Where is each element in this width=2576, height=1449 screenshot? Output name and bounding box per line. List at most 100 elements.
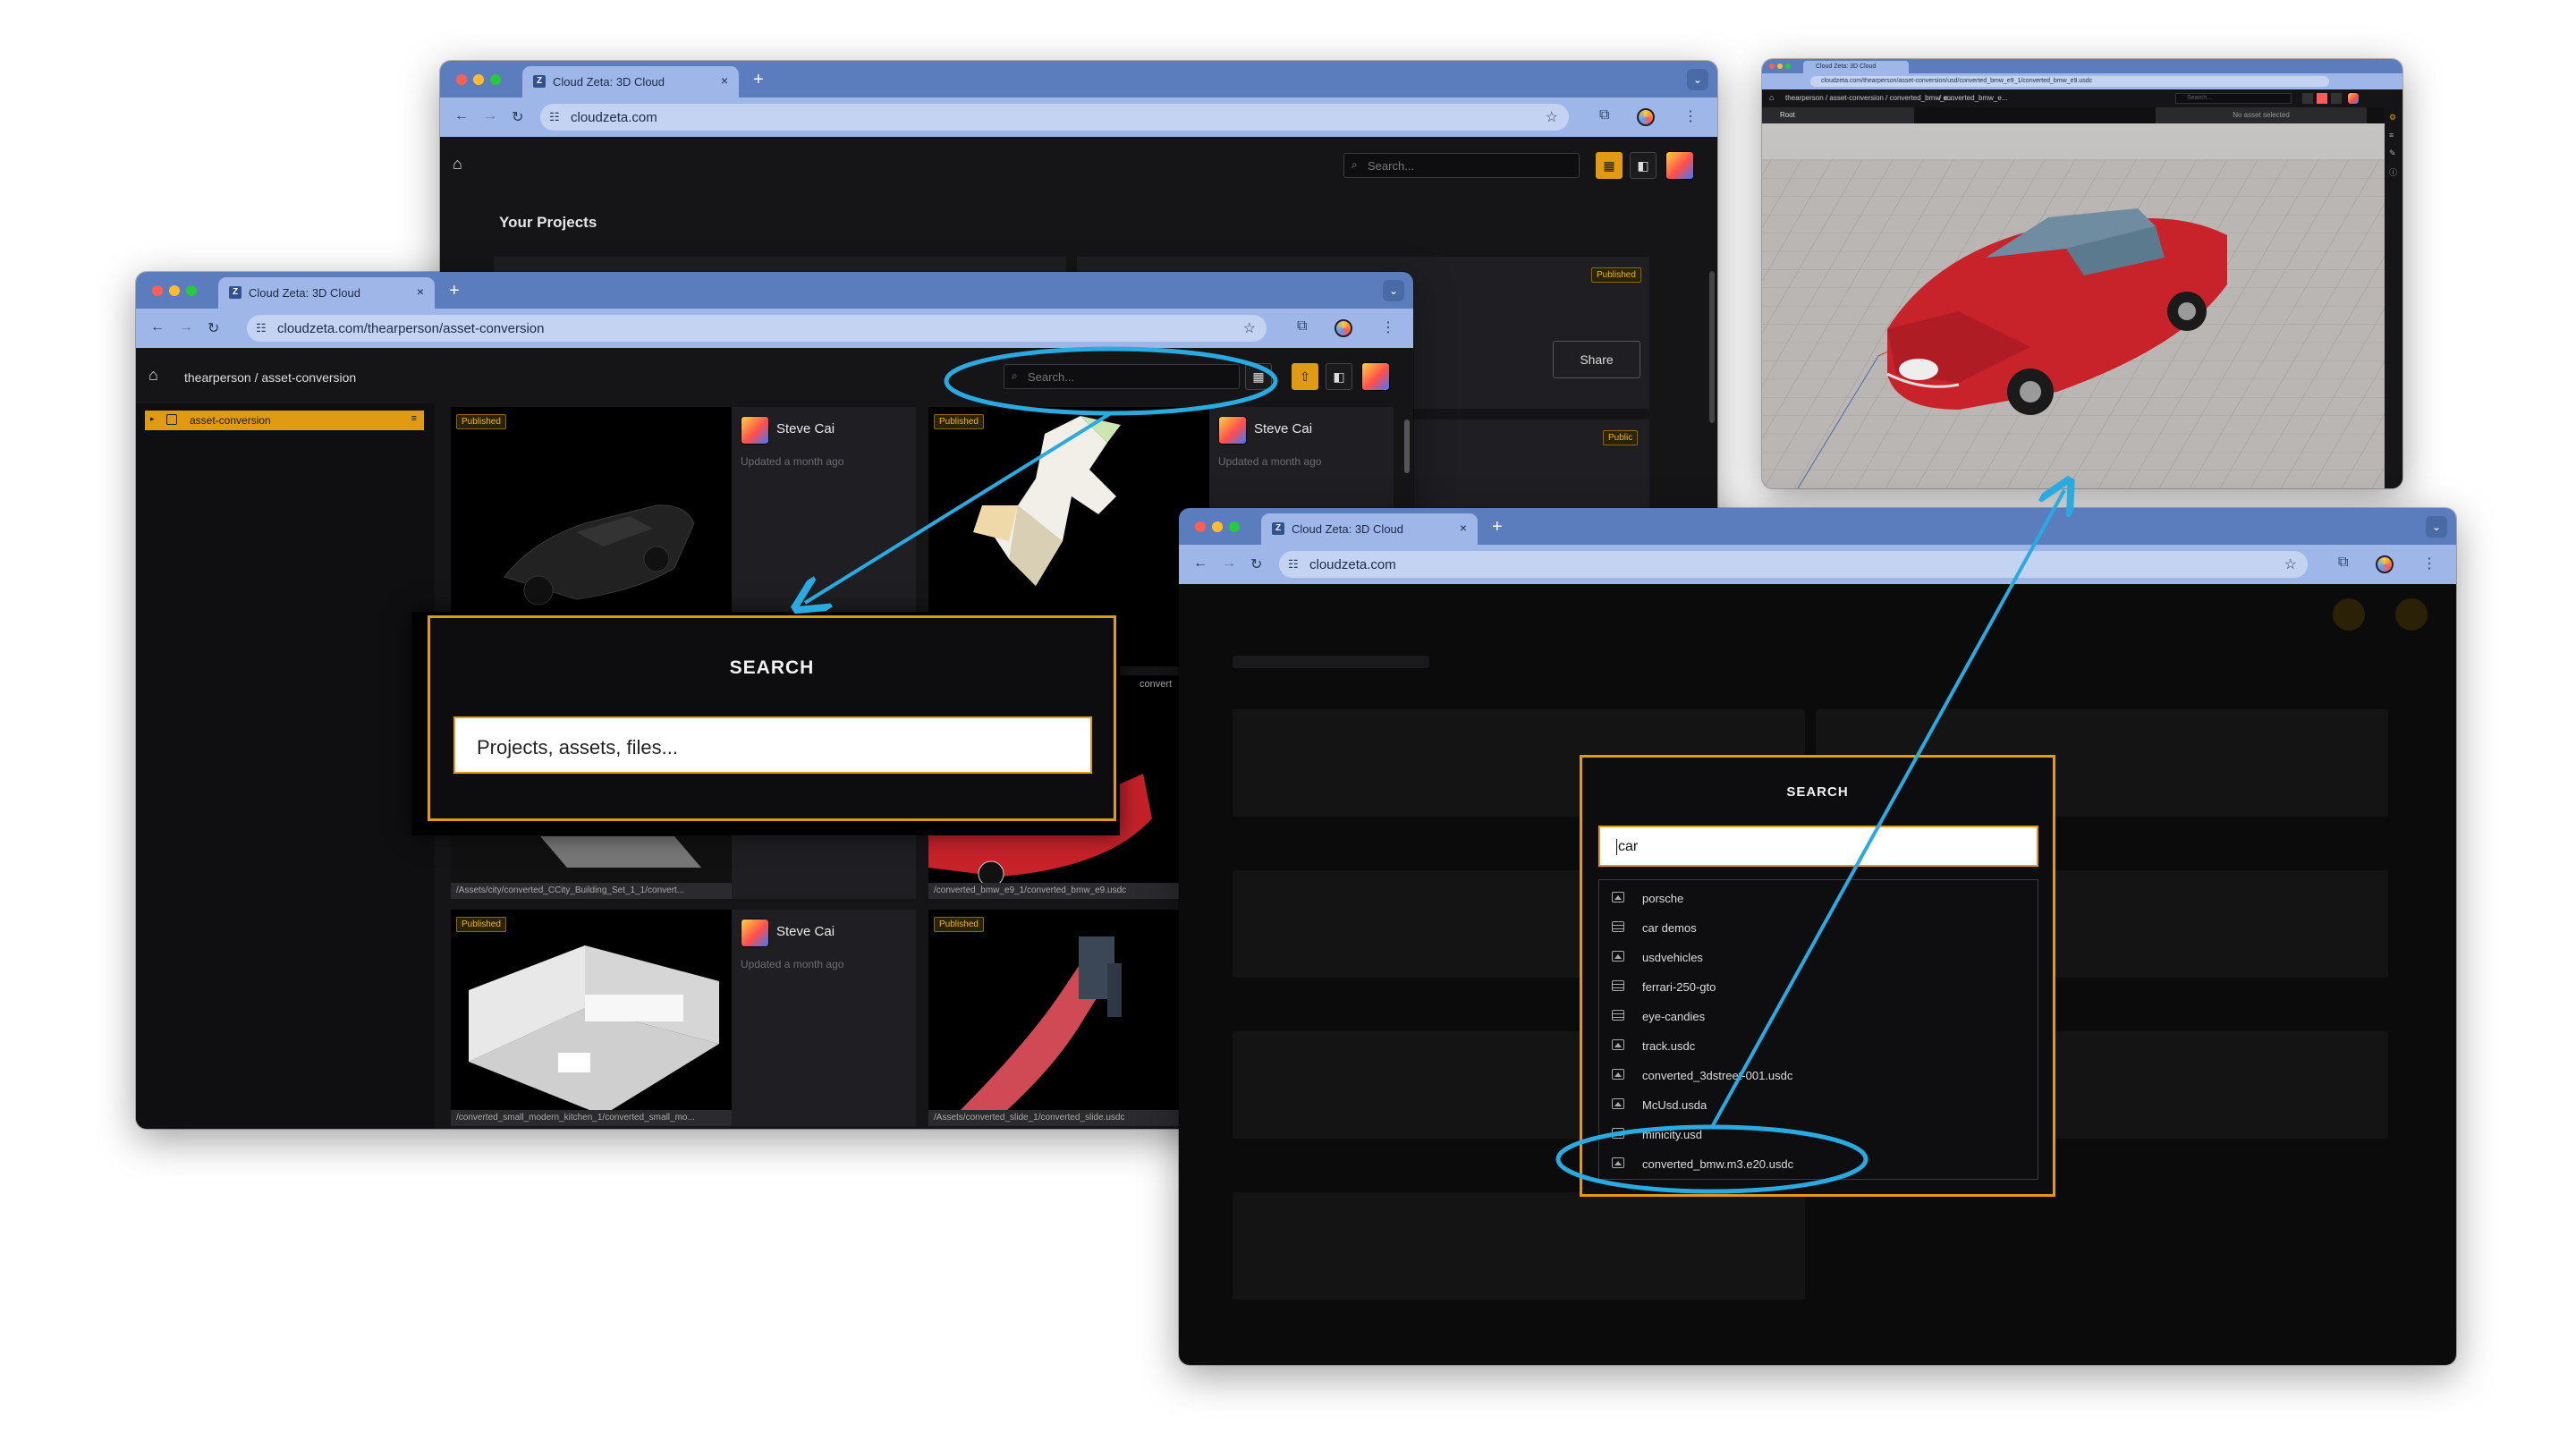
new-tab-button[interactable]: +	[449, 281, 460, 301]
asset-card[interactable]: Published /converted_small_modern_kitche…	[451, 910, 916, 1126]
view-toggle-button[interactable]: ▦	[1245, 363, 1272, 390]
browser-tab[interactable]: Cloud Zeta: 3D Cloud	[1803, 61, 1909, 73]
home-icon[interactable]: ⌂	[1769, 93, 1774, 102]
search-result-item[interactable]: McUsd.usda	[1599, 1090, 2038, 1120]
user-avatar[interactable]	[1361, 362, 1390, 391]
browser-menu-icon[interactable]: ⋮	[1381, 318, 1395, 336]
3d-viewport[interactable]	[1762, 123, 2385, 488]
properties-icon[interactable]: ⚙	[2389, 113, 2396, 123]
breadcrumb-file[interactable]: / converted_bmw_e...	[1939, 94, 2007, 102]
tab-search-chevron-icon[interactable]: ⌄	[1383, 280, 1404, 301]
extensions-icon[interactable]: ⧉	[1599, 107, 1609, 123]
search-input[interactable]: Search...	[2175, 93, 2292, 104]
browser-menu-icon[interactable]: ⋮	[1683, 107, 1698, 125]
drag-handle-icon[interactable]: ≡	[411, 413, 417, 424]
close-tab-icon[interactable]: ×	[721, 73, 728, 88]
minimize-window-dot[interactable]	[473, 74, 484, 85]
back-icon[interactable]: ←	[454, 108, 469, 124]
search-result-item[interactable]: converted_3dstreet-001.usdc	[1599, 1061, 2038, 1090]
search-result-item[interactable]: car demos	[1599, 913, 2038, 943]
tab-search-chevron-icon[interactable]: ⌄	[1687, 69, 1708, 90]
panel-toggle-button[interactable]: ◧	[1630, 152, 1657, 179]
search-result-item[interactable]: minicity.usd	[1599, 1120, 2038, 1149]
search-result-item[interactable]: porsche	[1599, 884, 2038, 913]
search-result-item[interactable]: eye-candies	[1599, 1002, 2038, 1031]
search-input[interactable]: ⌕ Search...	[1004, 364, 1240, 389]
site-settings-icon[interactable]: ☷	[1288, 557, 1299, 572]
profile-avatar[interactable]	[2376, 555, 2394, 573]
record-button[interactable]	[2317, 93, 2327, 104]
back-icon[interactable]: ←	[150, 319, 165, 335]
browser-tab[interactable]: Z Cloud Zeta: 3D Cloud ×	[1261, 513, 1478, 545]
close-window-dot[interactable]	[1769, 64, 1775, 69]
address-bar[interactable]: ☷ cloudzeta.com/thearperson/asset-conver…	[247, 315, 1267, 342]
share-button[interactable]: Share	[1553, 341, 1640, 378]
maximize-window-dot[interactable]	[1785, 64, 1791, 69]
minimize-window-dot[interactable]	[169, 285, 180, 296]
layers-icon[interactable]: ≡	[2389, 131, 2394, 140]
close-tab-icon[interactable]: ×	[417, 284, 424, 299]
breadcrumb[interactable]: thearperson / asset-conversion / convert…	[1785, 94, 1954, 102]
site-settings-icon[interactable]: ☷	[256, 321, 267, 335]
upload-button[interactable]: ⇧	[1292, 363, 1318, 390]
grid-view-button[interactable]: ▦	[1596, 152, 1623, 179]
sidebar-item-asset-conversion[interactable]: ▸ asset-conversion ≡	[145, 411, 424, 430]
forward-icon[interactable]: →	[483, 108, 497, 124]
profile-avatar[interactable]	[1637, 108, 1655, 126]
bookmark-star-icon[interactable]: ☆	[1243, 319, 1256, 337]
search-field[interactable]: car	[1598, 826, 2038, 867]
address-url[interactable]: cloudzeta.com/thearperson/asset-conversi…	[1810, 76, 2329, 87]
forward-icon[interactable]: →	[1222, 555, 1236, 572]
browser-tab[interactable]: Z Cloud Zeta: 3D Cloud ×	[218, 277, 435, 309]
reload-icon[interactable]: ↻	[512, 108, 523, 126]
home-icon[interactable]: ⌂	[453, 155, 462, 174]
panel-toggle-button[interactable]	[2331, 93, 2342, 104]
close-window-dot[interactable]	[152, 285, 163, 296]
browser-menu-icon[interactable]: ⋮	[2422, 555, 2436, 572]
site-settings-icon[interactable]: ☷	[549, 110, 560, 124]
extensions-icon[interactable]: ⧉	[1297, 318, 1307, 335]
address-bar[interactable]: ☷ cloudzeta.com ☆	[1279, 551, 2308, 578]
profile-avatar[interactable]	[1335, 319, 1352, 337]
new-tab-button[interactable]: +	[753, 70, 764, 90]
search-result-item[interactable]: converted_bmw.m3.e20.usdc	[1599, 1149, 2038, 1179]
browser-tab[interactable]: Z Cloud Zeta: 3D Cloud ×	[522, 66, 739, 97]
minimize-window-dot[interactable]	[1777, 64, 1783, 69]
scrollbar[interactable]	[1404, 419, 1410, 473]
comment-icon[interactable]: ✎	[2389, 148, 2396, 158]
scrollbar[interactable]	[1709, 271, 1715, 423]
search-input[interactable]: ⌕ Search...	[1343, 153, 1580, 178]
asset-thumbnail[interactable]: Published /converted_small_modern_kitche…	[451, 910, 732, 1126]
bookmark-star-icon[interactable]: ☆	[2284, 555, 2297, 573]
panel-toggle-button[interactable]: ◧	[1326, 363, 1352, 390]
new-tab-button[interactable]: +	[1492, 517, 1503, 538]
reload-icon[interactable]: ↻	[1250, 555, 1262, 573]
extensions-icon[interactable]: ⧉	[2338, 555, 2348, 571]
minimize-window-dot[interactable]	[1212, 521, 1223, 532]
address-bar[interactable]: ☷ cloudzeta.com ☆	[540, 104, 1569, 131]
close-tab-icon[interactable]: ×	[1460, 521, 1467, 535]
maximize-window-dot[interactable]	[1229, 521, 1240, 532]
user-avatar[interactable]	[1665, 151, 1694, 180]
search-result-item[interactable]: ferrari-250-gto	[1599, 972, 2038, 1002]
search-result-item[interactable]: usdvehicles	[1599, 943, 2038, 972]
tab-search-chevron-icon[interactable]: ⌄	[2426, 516, 2447, 538]
info-icon[interactable]: ⓘ	[2389, 166, 2397, 178]
bookmark-star-icon[interactable]: ☆	[1546, 108, 1558, 126]
forward-icon[interactable]: →	[179, 319, 193, 335]
user-avatar[interactable]	[2347, 92, 2360, 105]
scene-root-panel[interactable]: Root	[1762, 107, 1914, 123]
breadcrumb[interactable]: thearperson / asset-conversion	[184, 370, 356, 385]
search-field[interactable]: Projects, assets, files...	[453, 716, 1092, 774]
close-window-dot[interactable]	[456, 74, 467, 85]
home-icon[interactable]: ⌂	[148, 366, 158, 385]
back-icon[interactable]: ←	[1193, 555, 1208, 572]
reload-icon[interactable]: ↻	[208, 319, 219, 337]
search-result-item[interactable]: track.usdc	[1599, 1031, 2038, 1061]
asset-thumbnail[interactable]: Published /Assets/converted_slide_1/conv…	[928, 910, 1209, 1126]
maximize-window-dot[interactable]	[490, 74, 501, 85]
close-window-dot[interactable]	[1195, 521, 1206, 532]
settings-button[interactable]	[2302, 93, 2313, 104]
chevron-right-icon[interactable]: ▸	[150, 414, 155, 424]
maximize-window-dot[interactable]	[186, 285, 197, 296]
